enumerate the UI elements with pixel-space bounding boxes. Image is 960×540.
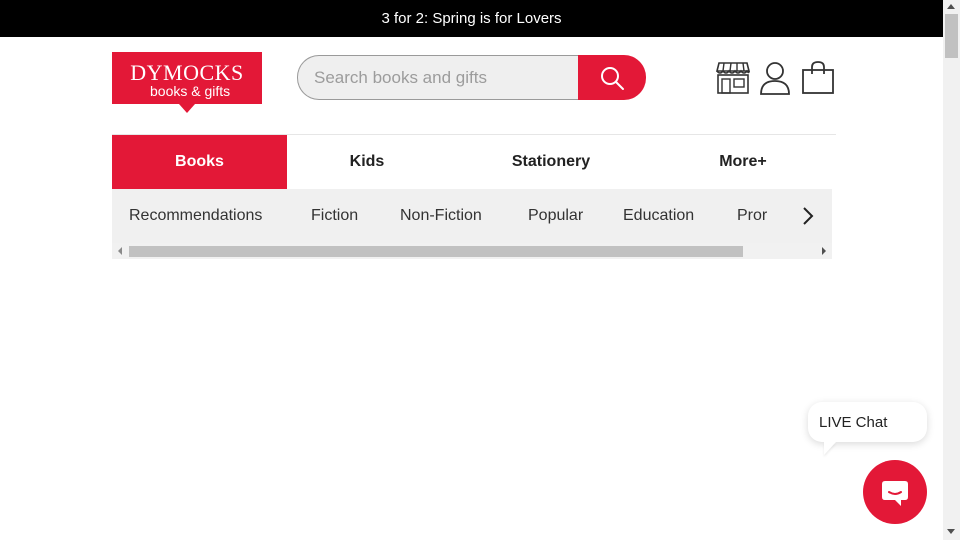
scroll-right-arrow[interactable] <box>822 247 826 255</box>
search-bar <box>297 55 646 100</box>
tab-books-label: Books <box>175 153 224 170</box>
scroll-thumb[interactable] <box>945 14 958 58</box>
user-icon <box>760 62 790 95</box>
tab-stationery[interactable]: Stationery <box>467 135 635 189</box>
scroll-left-arrow[interactable] <box>118 247 122 255</box>
promo-banner[interactable]: 3 for 2: Spring is for Lovers <box>0 0 943 37</box>
search-icon <box>601 66 624 90</box>
subnav-item-fiction[interactable]: Fiction <box>311 189 358 243</box>
chat-icon <box>882 481 908 506</box>
live-chat-bubble[interactable]: LIVE Chat <box>808 402 927 442</box>
search-input[interactable] <box>297 55 578 100</box>
chat-button[interactable] <box>863 460 927 524</box>
account-button[interactable] <box>758 60 794 96</box>
subnav-item-education[interactable]: Education <box>623 189 694 243</box>
promo-text[interactable]: 3 for 2: Spring is for Lovers <box>381 10 561 27</box>
store-locator-button[interactable] <box>715 60 751 96</box>
bag-icon <box>802 61 834 94</box>
tab-kids-label: Kids <box>349 153 385 170</box>
tab-kids[interactable]: Kids <box>287 135 447 189</box>
logo-tagline: books & gifts <box>150 83 231 99</box>
subnav-item-popular[interactable]: Popular <box>528 189 583 243</box>
dymocks-logo[interactable]: DYMOCKS books & gifts <box>112 52 262 113</box>
sub-nav: Recommendations Fiction Non-Fiction Popu… <box>112 189 832 243</box>
scroll-down-arrow[interactable] <box>947 529 955 534</box>
tab-stationery-label: Stationery <box>511 153 591 170</box>
tab-more[interactable]: More+ <box>667 135 819 189</box>
subnav-scroll-thumb[interactable] <box>129 246 743 257</box>
tab-books[interactable]: Books <box>112 135 287 201</box>
live-chat-label: LIVE Chat <box>819 413 888 431</box>
scroll-up-arrow[interactable] <box>947 4 955 9</box>
subnav-item-non-fiction[interactable]: Non-Fiction <box>400 189 482 243</box>
subnav-scrollbar[interactable] <box>112 243 832 259</box>
subnav-item-promotions[interactable]: Pror <box>737 189 767 243</box>
store-icon <box>715 62 751 94</box>
subnav-item-recommendations[interactable]: Recommendations <box>129 189 262 243</box>
subnav-next-button[interactable] <box>784 189 832 243</box>
page-scrollbar[interactable] <box>943 0 960 540</box>
cart-button[interactable] <box>800 60 836 96</box>
main-nav: Books Kids Stationery More+ <box>112 134 836 201</box>
logo-brand: DYMOCKS <box>130 60 244 85</box>
chevron-right-icon <box>803 207 814 225</box>
search-button[interactable] <box>578 55 646 100</box>
tab-more-label: More+ <box>719 153 767 170</box>
